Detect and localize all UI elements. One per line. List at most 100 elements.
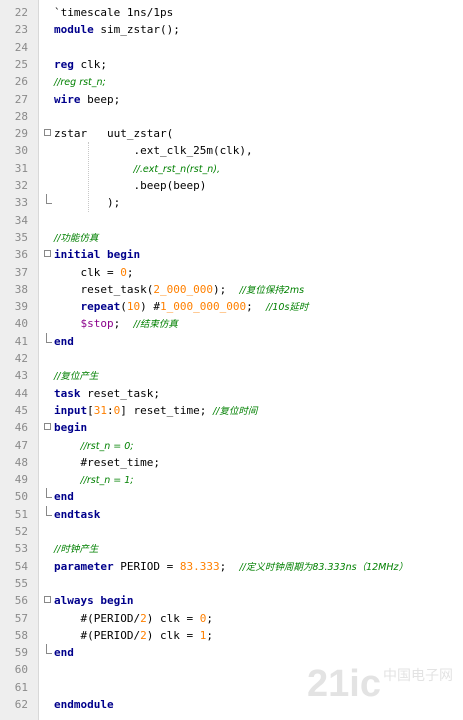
code-line[interactable]: 42 — [0, 350, 463, 367]
code-line[interactable]: 56 always begin — [0, 592, 463, 609]
code-line[interactable]: 29 zstar uut_zstar( — [0, 125, 463, 142]
code-line[interactable]: 35 //功能仿真 — [0, 229, 463, 246]
code-line[interactable]: 23 module sim_zstar(); — [0, 21, 463, 38]
code-token: #reset_time; — [54, 455, 160, 469]
code-line[interactable]: 43 //复位产生 — [0, 367, 463, 384]
code-keyword: always begin — [54, 594, 134, 608]
code-line[interactable]: 50 end — [0, 488, 463, 505]
code-comment: //定义时钟周期为83.333ns（12MHz） — [239, 561, 408, 573]
code-text: task reset_task; — [54, 385, 160, 402]
code-line[interactable]: 36 initial begin — [0, 246, 463, 263]
line-number: 30 — [14, 144, 28, 158]
code-number: 0 — [120, 265, 127, 279]
code-text: reg clk; — [54, 56, 107, 73]
code-line[interactable]: 22 `timescale 1ns/1ps — [0, 4, 463, 21]
code-line[interactable]: 55 — [0, 575, 463, 592]
line-number: 45 — [14, 403, 28, 417]
code-text: endmodule — [54, 696, 114, 713]
fold-end-marker-icon — [46, 505, 52, 516]
code-keyword: parameter — [54, 559, 114, 573]
code-token: sim_zstar(); — [93, 23, 180, 37]
line-number: 51 — [14, 507, 28, 521]
code-line[interactable]: 54 parameter PERIOD = 83.333; //定义时钟周期为83… — [0, 558, 463, 575]
line-number: 26 — [14, 75, 28, 89]
code-comment: //功能仿真 — [54, 232, 99, 244]
code-line[interactable]: 45 input[31:0] reset_time; //复位时间 — [0, 402, 463, 419]
line-number: 47 — [14, 438, 28, 452]
code-line[interactable]: 39 repeat(10) #1_000_000_000; //10s延时 — [0, 298, 463, 315]
code-text: //功能仿真 — [54, 229, 98, 247]
code-line[interactable]: 49 //rst_n = 1; — [0, 471, 463, 488]
code-line[interactable]: 58 #(PERIOD/2) clk = 1; — [0, 627, 463, 644]
code-text: //reg rst_n; — [54, 73, 106, 91]
code-text: //rst_n = 1; — [54, 471, 134, 489]
line-number: 38 — [14, 282, 28, 296]
code-line[interactable]: 37 clk = 0; — [0, 264, 463, 281]
code-line[interactable]: 44 task reset_task; — [0, 385, 463, 402]
fold-toggle-icon[interactable] — [44, 250, 51, 258]
code-keyword: initial begin — [54, 248, 141, 262]
code-token: $stop — [80, 317, 114, 331]
code-line[interactable]: 30 .ext_clk_25m(clk), — [0, 142, 463, 159]
line-number: 53 — [14, 542, 28, 556]
code-line[interactable]: 40 $stop; //结束仿真 — [0, 315, 463, 332]
code-text: end — [54, 644, 74, 661]
fold-end-marker-icon — [46, 488, 52, 499]
code-text: end — [54, 333, 74, 350]
code-comment: //rst_n = 0; — [80, 440, 134, 452]
fold-toggle-icon[interactable] — [44, 596, 51, 604]
line-number: 61 — [14, 680, 28, 694]
code-line[interactable]: 53 //时钟产生 — [0, 540, 463, 557]
code-token: ; — [206, 628, 213, 642]
code-text: reset_task(2_000_000); //复位保持2ms — [54, 281, 304, 299]
fold-toggle-icon[interactable] — [44, 423, 51, 431]
code-token: ); — [212, 282, 240, 296]
code-line[interactable]: 32 .beep(beep) — [0, 177, 463, 194]
code-keyword: endtask — [54, 507, 101, 521]
code-line[interactable]: 41 end — [0, 332, 463, 350]
code-line[interactable]: 38 reset_task(2_000_000); //复位保持2ms — [0, 281, 463, 298]
code-line[interactable]: 48 #reset_time; — [0, 454, 463, 471]
code-line[interactable]: 47 //rst_n = 0; — [0, 437, 463, 454]
code-line[interactable]: 57 #(PERIOD/2) clk = 0; — [0, 610, 463, 627]
code-comment: //复位时间 — [212, 405, 258, 417]
code-token: clk; — [73, 57, 107, 71]
code-token: reset_task; — [80, 386, 160, 400]
code-line[interactable]: 52 — [0, 523, 463, 540]
code-text: zstar uut_zstar( — [54, 125, 173, 142]
code-token: `timescale 1ns/1ps — [54, 6, 174, 19]
code-line[interactable]: 25 reg clk; — [0, 56, 463, 73]
code-comment: //复位保持2ms — [239, 284, 305, 296]
code-line[interactable]: 46 begin — [0, 419, 463, 436]
line-number: 39 — [14, 300, 28, 314]
code-token: #(PERIOD/ — [54, 628, 141, 642]
code-text: #(PERIOD/2) clk = 0; — [54, 610, 212, 627]
line-number: 60 — [14, 663, 28, 677]
code-line[interactable]: 24 — [0, 39, 463, 56]
code-token: ; — [113, 317, 134, 331]
code-token: ( — [120, 300, 127, 314]
code-line[interactable]: 31 //.ext_rst_n(rst_n), — [0, 160, 463, 177]
code-text: `timescale 1ns/1ps — [54, 4, 173, 21]
line-number: 34 — [14, 213, 28, 227]
code-token: #(PERIOD/ — [54, 611, 141, 625]
line-number: 52 — [14, 525, 28, 538]
code-number: 2 — [140, 628, 147, 642]
code-keyword: wire — [54, 92, 81, 106]
fold-toggle-icon[interactable] — [44, 129, 51, 137]
code-line[interactable]: 34 — [0, 212, 463, 229]
code-comment: //rst_n = 1; — [80, 475, 134, 487]
code-text: clk = 0; — [54, 264, 133, 281]
code-comment: //10s延时 — [265, 302, 309, 314]
code-line[interactable]: 28 — [0, 108, 463, 125]
code-text: end — [54, 488, 74, 505]
code-line[interactable]: 26 //reg rst_n; — [0, 73, 463, 90]
code-line[interactable]: 51 endtask — [0, 505, 463, 523]
code-line[interactable]: 27 wire beep; — [0, 91, 463, 108]
code-line[interactable]: 33 ); — [0, 194, 463, 211]
code-number: 10 — [126, 300, 141, 314]
code-token: clk = — [54, 265, 121, 279]
